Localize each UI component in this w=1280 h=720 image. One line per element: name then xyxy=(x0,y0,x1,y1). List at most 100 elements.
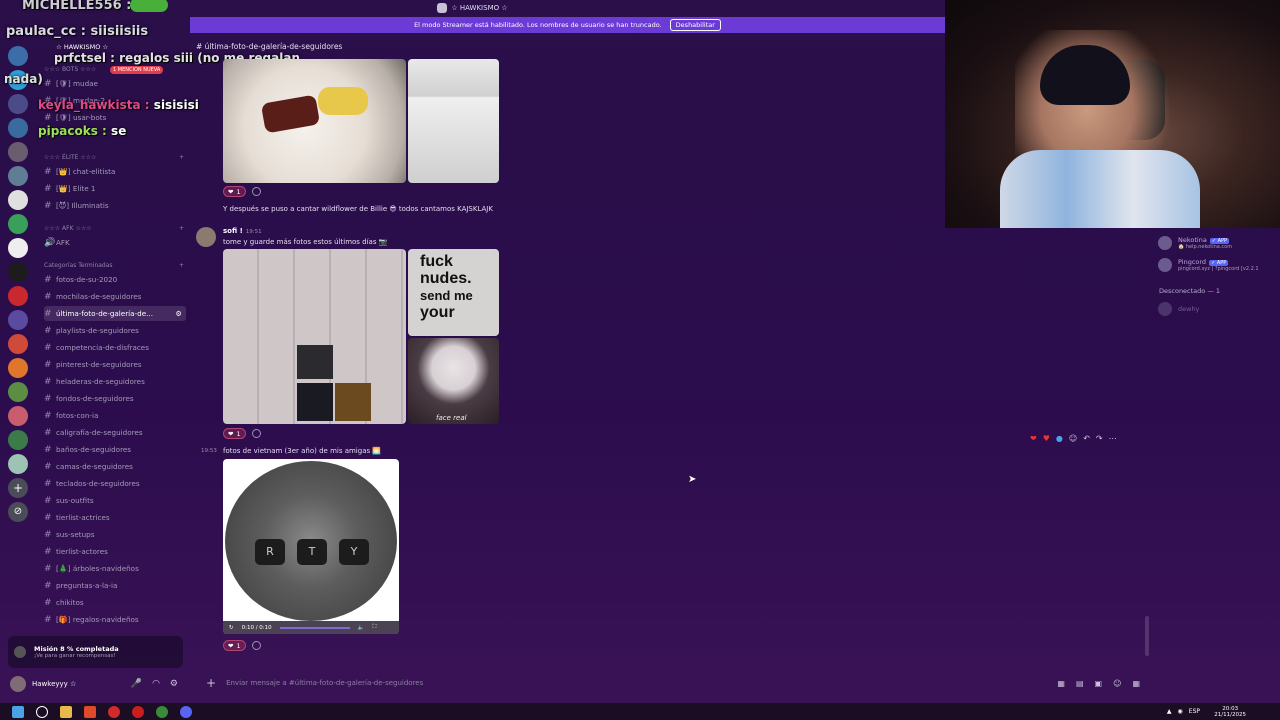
channel-item[interactable]: # [🎄] árboles-navideños xyxy=(44,561,186,576)
server-icon-14[interactable] xyxy=(8,358,28,378)
server-icon-16[interactable] xyxy=(8,406,28,426)
add-reaction-icon[interactable]: ☺ xyxy=(1069,434,1077,443)
avatar[interactable] xyxy=(10,676,26,692)
reply-icon[interactable]: ↶ xyxy=(1083,434,1090,443)
user-name[interactable]: Hawkeyyy ☆ xyxy=(32,680,76,688)
server-icon-9[interactable] xyxy=(8,238,28,258)
discord-icon[interactable] xyxy=(180,705,192,718)
doll-photo[interactable]: face real xyxy=(408,338,499,424)
headphones-icon[interactable]: ◠ xyxy=(152,679,160,689)
search-icon[interactable] xyxy=(36,705,48,718)
clock[interactable]: 20:03 21/11/2025 xyxy=(1214,706,1246,718)
replay-icon[interactable]: ↻ xyxy=(229,625,234,631)
server-icon-3[interactable] xyxy=(8,94,28,114)
channel-item[interactable]: # baños-de-seguidores xyxy=(44,442,186,457)
server-icon-1[interactable] xyxy=(8,46,28,66)
server-icon-6[interactable] xyxy=(8,166,28,186)
add-channel-icon[interactable]: + xyxy=(179,225,184,232)
server-icon-17[interactable] xyxy=(8,430,28,450)
channel-item[interactable]: # heladeras-de-seguidores xyxy=(44,374,186,389)
heart-icon-2[interactable]: ♥ xyxy=(1043,434,1050,443)
channel-item[interactable]: # última-foto-de-galería-de... ⚙ xyxy=(44,306,186,321)
channel-item[interactable]: # fondos-de-seguidores xyxy=(44,391,186,406)
channel-settings-icon[interactable]: ⚙ xyxy=(176,309,182,318)
category-bots[interactable]: ☆☆☆ BOTS ☆☆☆ xyxy=(44,66,184,73)
apps-icon[interactable]: ▦ xyxy=(1132,679,1140,688)
avatar[interactable] xyxy=(196,227,216,247)
channel-item[interactable]: # sus-outfits xyxy=(44,493,186,508)
channel-afk[interactable]: 🔊 AFK xyxy=(44,235,186,250)
volume-icon[interactable]: 🔈 xyxy=(358,625,365,631)
channel-item[interactable]: # caligrafía-de-seguidores xyxy=(44,425,186,440)
message-input[interactable]: Enviar mensaje a #última-foto-de-galería… xyxy=(226,679,423,687)
channel-item[interactable]: # teclados-de-seguidores xyxy=(44,476,186,491)
add-reaction-icon[interactable] xyxy=(251,187,261,196)
channel-item[interactable]: # competencia-de-disfraces xyxy=(44,340,186,355)
document-photo[interactable] xyxy=(408,59,499,183)
attach-plus-icon[interactable]: + xyxy=(206,676,216,690)
heart-icon[interactable]: ❤ xyxy=(1030,434,1037,443)
category-terminadas[interactable]: Categorías Terminadas + xyxy=(44,262,184,269)
add-channel-icon[interactable]: + xyxy=(179,262,184,269)
microphone-icon[interactable]: 🎤 xyxy=(131,679,142,689)
channel-item[interactable]: # chikitos xyxy=(44,595,186,610)
video-message[interactable]: R T Y ↻ 0:10 / 0:10 🔈 ⛶ xyxy=(223,459,399,634)
wifi-icon[interactable]: ◉ xyxy=(1178,708,1183,715)
member-pingcord[interactable]: Pingcord ✓ APP pingcord.xyz | ?pingcord [v… xyxy=(1158,258,1259,272)
category-afk[interactable]: ☆☆☆ AFK ☆☆☆ + xyxy=(44,225,184,232)
server-icon-7[interactable] xyxy=(8,190,28,210)
channel-illuminatis[interactable]: # [😈] Illuminatis xyxy=(44,198,186,213)
youtube-icon[interactable] xyxy=(132,705,144,718)
channel-elite-1[interactable]: # [👑] Elite 1 xyxy=(44,181,186,196)
channel-item[interactable]: # mochilas-de-seguidores xyxy=(44,289,186,304)
channel-item[interactable]: # tierlist-actrices xyxy=(44,510,186,525)
channel-item[interactable]: # preguntas-a-la-ia xyxy=(44,578,186,593)
forward-icon[interactable]: ↷ xyxy=(1096,434,1103,443)
disable-streamer-button[interactable]: Deshabilitar xyxy=(669,19,721,31)
start-icon[interactable] xyxy=(12,705,24,718)
channel-item[interactable]: # fotos-de-su-2020 xyxy=(44,272,186,287)
gif-icon[interactable]: ▤ xyxy=(1076,679,1084,688)
server-icon-11[interactable] xyxy=(8,286,28,306)
member-offline[interactable]: dewhy xyxy=(1158,302,1199,316)
server-icon-15[interactable] xyxy=(8,382,28,402)
food-photo[interactable] xyxy=(223,59,406,183)
video-progress[interactable] xyxy=(279,626,350,629)
more-icon[interactable]: ⋯ xyxy=(1109,434,1117,443)
channel-item[interactable]: # [🎁] regalos-navideños xyxy=(44,612,186,627)
channel-item[interactable]: # camas-de-seguidores xyxy=(44,459,186,474)
sticker-icon[interactable]: ▣ xyxy=(1095,679,1103,688)
add-channel-icon[interactable]: + xyxy=(179,154,184,161)
channel-item[interactable]: # playlists-de-seguidores xyxy=(44,323,186,338)
brave-icon[interactable] xyxy=(84,705,96,718)
channel-item[interactable]: # sus-setups xyxy=(44,527,186,542)
tray-icon[interactable]: ▲ xyxy=(1167,708,1172,715)
gift-icon[interactable]: ▦ xyxy=(1057,679,1065,688)
server-icon-18[interactable] xyxy=(8,454,28,474)
server-icon-13[interactable] xyxy=(8,334,28,354)
server-name[interactable]: ☆ HAWKISMO ☆ xyxy=(56,43,108,51)
discover-icon[interactable]: ⊘ xyxy=(8,502,28,522)
server-icon-8[interactable] xyxy=(8,214,28,234)
channel-item[interactable]: # fotos-con-ia xyxy=(44,408,186,423)
fullscreen-icon[interactable]: ⛶ xyxy=(373,624,377,631)
server-icon-10[interactable] xyxy=(8,262,28,282)
add-reaction-icon[interactable] xyxy=(251,641,261,650)
channel-usar-bots[interactable]: # [🛡] usar-bots xyxy=(44,110,186,125)
heart-reaction[interactable]: ❤ 1 xyxy=(223,640,246,651)
channel-chat-elitista[interactable]: # [👑] chat-elitista xyxy=(44,164,186,179)
heart-reaction[interactable]: ❤ 1 xyxy=(223,186,246,197)
category-elite[interactable]: ☆☆☆ ÉLITE ☆☆☆ + xyxy=(44,154,184,161)
server-icon-4[interactable] xyxy=(8,118,28,138)
emoji-icon[interactable]: ☺ xyxy=(1113,679,1121,688)
add-reaction-icon[interactable] xyxy=(251,429,261,438)
scrollbar[interactable] xyxy=(1145,616,1149,656)
mission-progress[interactable]: Misión 8 % completada ¡Ve para ganar rec… xyxy=(8,636,183,668)
add-server-icon[interactable]: + xyxy=(8,478,28,498)
folder-icon[interactable] xyxy=(60,705,72,718)
message-input-bar[interactable]: + Enviar mensaje a #última-foto-de-galer… xyxy=(196,672,1140,694)
cat-collage-photo[interactable] xyxy=(223,249,406,424)
meme-shirt-photo[interactable]: fuck nudes. send me your xyxy=(408,249,499,336)
server-icon-12[interactable] xyxy=(8,310,28,330)
chrome-icon[interactable] xyxy=(156,705,168,718)
